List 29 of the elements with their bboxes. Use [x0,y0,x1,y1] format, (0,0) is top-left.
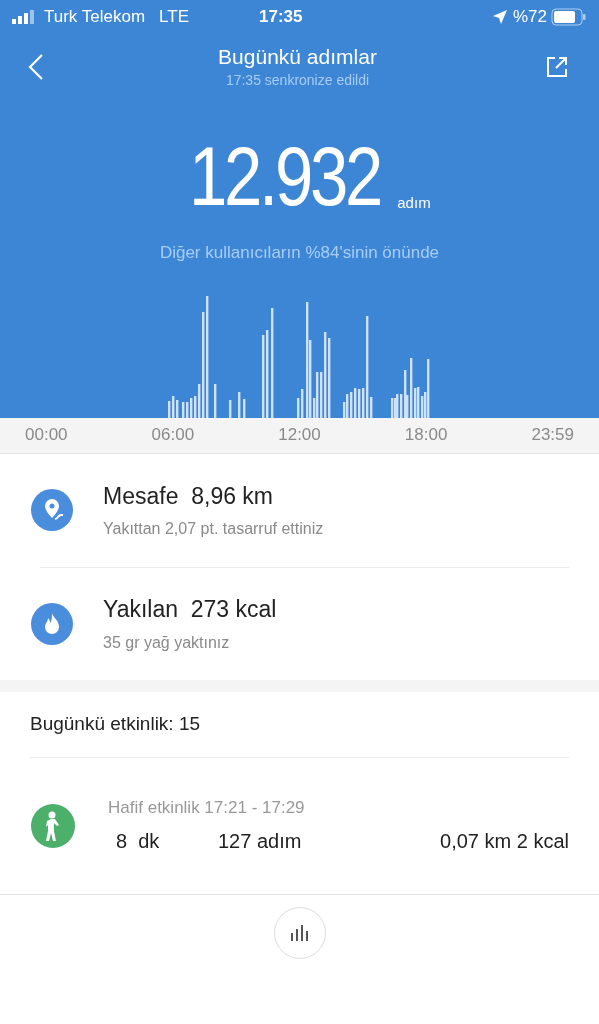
activity-steps: 127 adım [218,826,302,857]
location-arrow-icon [492,10,507,24]
flame-icon [30,601,74,646]
carrier-name: Turk Telekom [44,6,146,29]
bar-chart-icon [289,924,310,941]
stat-title: Yakılan 273 kcal [103,595,277,625]
sync-status: 17:35 senkronize edildi [225,70,370,90]
activity-title: Hafif etkinlik 17:21 - 17:29 [108,796,306,819]
battery-icon [551,8,587,26]
ranking-text: Diğer kullanıcıların %84'sinin önünde [158,242,441,264]
page-title: Bugünkü adımlar [218,43,377,70]
activity-duration: 8 dk [116,829,161,855]
time-axis-label: 23:59 [531,424,574,447]
stat-note: Yakıttan 2,07 pt. tasarruf ettiniz [103,519,324,540]
activity-distance-calories: 0,07 km 2 kcal [440,829,569,855]
battery-percent: %72 [512,6,547,29]
network-type: LTE [159,6,189,29]
time-axis-label: 12:00 [278,424,321,447]
walking-person-icon [30,802,76,849]
step-unit: adım [397,192,431,213]
step-count: 12.932 [189,134,381,218]
stat-title: Mesafe 8,96 km [103,481,275,511]
time-axis-label: 00:00 [25,424,68,447]
time-axis-label: 18:00 [404,424,448,447]
time-axis-label: 06:00 [151,424,195,447]
activity-heading: Bugünkü etkinlik: 15 [30,691,569,758]
stat-note: 35 gr yağ yaktınız [103,632,231,653]
status-time: 17:35 [259,6,303,29]
location-pin-icon [30,488,74,532]
